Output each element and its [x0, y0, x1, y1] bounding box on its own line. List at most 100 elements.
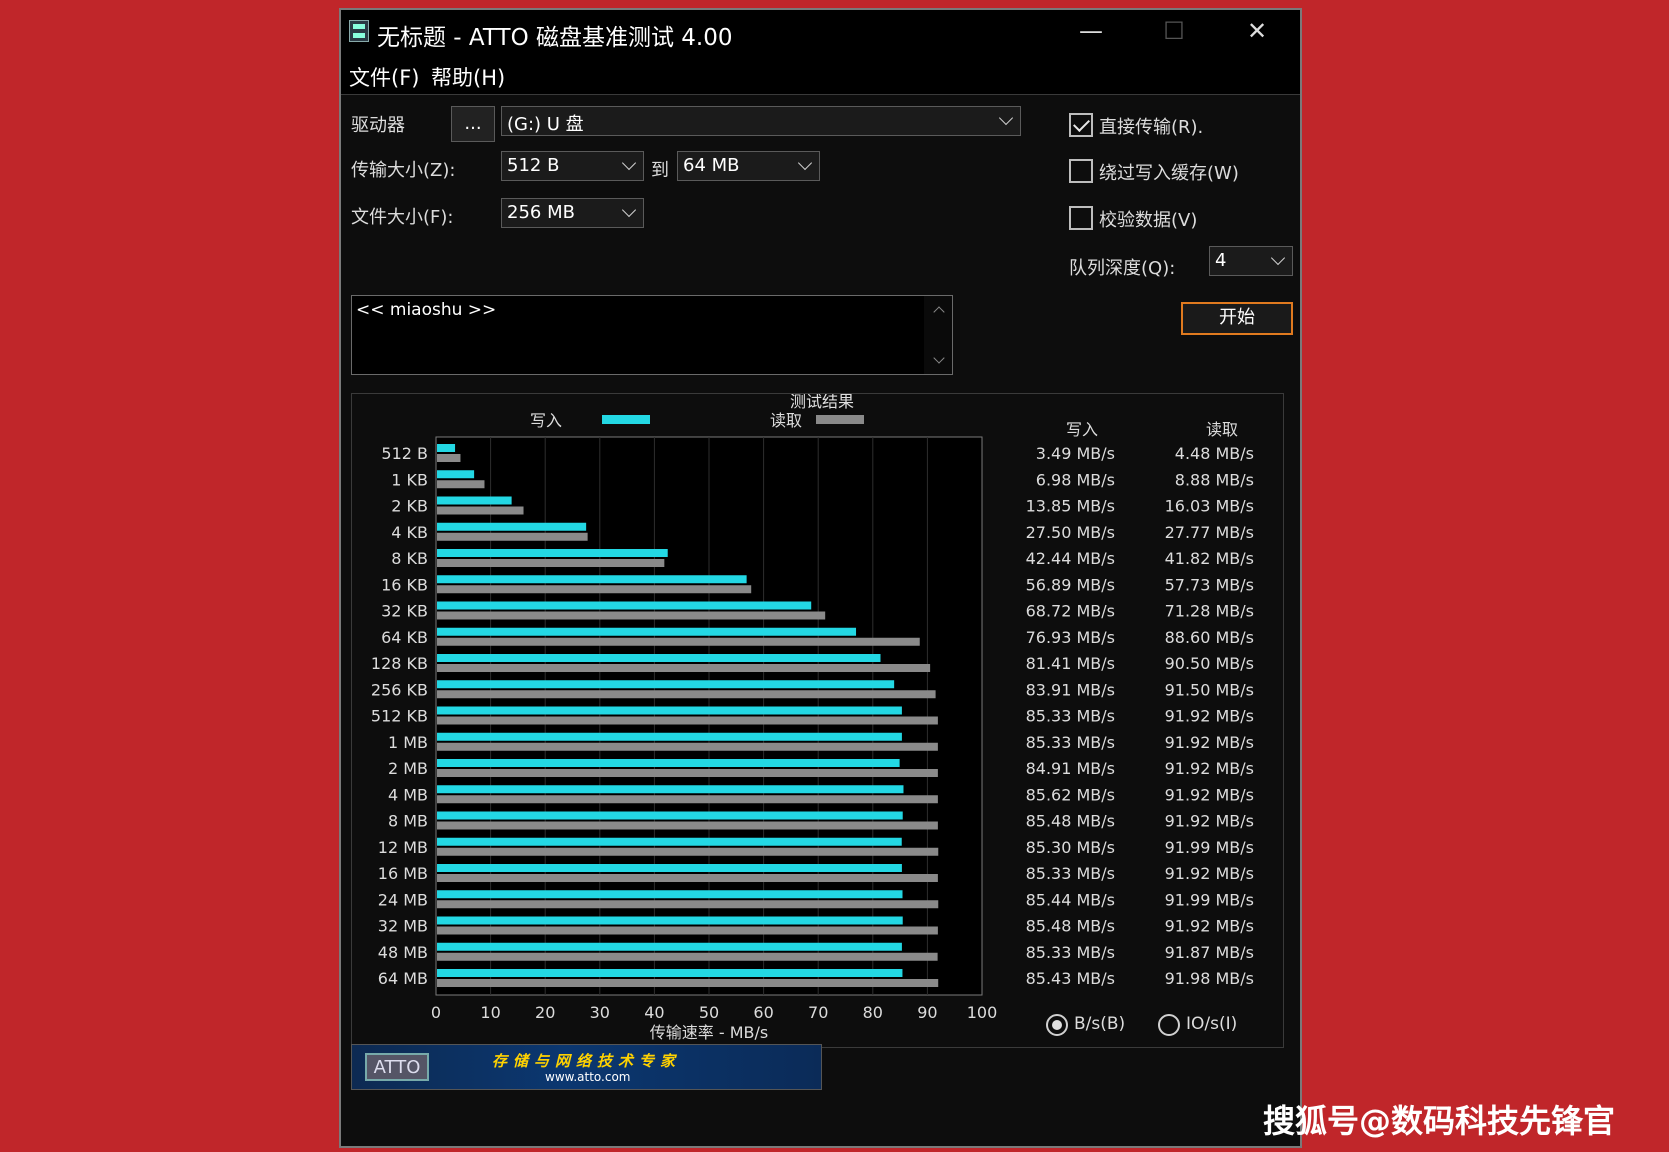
scroll-down-icon[interactable] — [933, 352, 945, 364]
watermark: 搜狐号@数码科技先锋官 — [1263, 1102, 1616, 1140]
start-button[interactable]: 开始 — [1181, 302, 1293, 335]
transfer-from-value: 512 B — [507, 155, 560, 176]
write-value-label: 85.62 MB/s — [1026, 785, 1115, 804]
read-values: 4.48 MB/s 8.88 MB/s 16.03 MB/s 27.77 MB/s 41… — [1165, 444, 1254, 988]
category-label: 32 KB — [381, 602, 428, 621]
category-label: 2 MB — [388, 759, 428, 778]
read-column-header: 读取 — [1206, 420, 1238, 439]
read-bar — [437, 611, 826, 620]
x-tick-label: 90 — [917, 1003, 937, 1022]
category-label: 2 KB — [391, 497, 428, 516]
chevron-down-icon — [621, 202, 637, 218]
write-bar — [437, 706, 902, 715]
legend-read-label: 读取 — [770, 411, 802, 430]
category-label: 1 MB — [388, 733, 428, 752]
x-tick-label: 100 — [967, 1003, 998, 1022]
results-title: 测试结果 — [790, 394, 854, 411]
read-value-label: 88.60 MB/s — [1165, 628, 1254, 647]
transfer-from-select[interactable]: 512 B — [501, 151, 644, 181]
read-bar — [437, 532, 588, 541]
transfer-size-label: 传输大小(Z): — [351, 160, 456, 181]
category-label: 64 MB — [378, 969, 428, 988]
close-button[interactable]: ✕ — [1237, 16, 1277, 46]
write-bar — [437, 654, 881, 662]
results-panel: 测试结果 写入 读取 512 B 1 KB 2 KB 4 KB 8 KB 16 KB 32 … — [351, 393, 1284, 1048]
read-bar — [437, 559, 665, 567]
write-bar — [437, 732, 902, 741]
bps-radio[interactable] — [1046, 1014, 1068, 1036]
category-label: 8 MB — [388, 812, 428, 831]
write-value-label: 3.49 MB/s — [1036, 444, 1115, 463]
x-tick-label: 50 — [699, 1003, 719, 1022]
read-value-label: 91.87 MB/s — [1165, 943, 1254, 962]
read-value-label: 91.92 MB/s — [1165, 812, 1254, 831]
write-value-label: 85.48 MB/s — [1026, 917, 1115, 936]
file-size-select[interactable]: 256 MB — [501, 198, 644, 228]
category-label: 512 B — [381, 444, 428, 463]
read-bar — [437, 480, 485, 489]
category-label: 64 KB — [381, 628, 428, 647]
chevron-down-icon — [1270, 250, 1286, 266]
write-value-label: 85.33 MB/s — [1026, 733, 1115, 752]
write-value-label: 6.98 MB/s — [1036, 470, 1115, 489]
write-bar — [437, 890, 903, 899]
category-label: 24 MB — [378, 890, 428, 909]
app-icon — [349, 20, 369, 42]
write-value-label: 85.43 MB/s — [1026, 969, 1115, 988]
category-label: 4 MB — [388, 785, 428, 804]
browse-button[interactable]: ... — [451, 106, 495, 142]
read-value-label: 4.48 MB/s — [1175, 444, 1254, 463]
write-value-label: 76.93 MB/s — [1026, 628, 1115, 647]
category-label: 512 KB — [371, 707, 428, 726]
window-title: 无标题 - ATTO 磁盘基准测试 4.00 — [377, 25, 733, 51]
scroll-up-icon[interactable] — [933, 306, 945, 318]
description-textarea[interactable]: << miaoshu >> — [351, 295, 953, 375]
transfer-to-select[interactable]: 64 MB — [677, 151, 820, 181]
write-bar — [437, 601, 812, 610]
atto-banner[interactable]: ATTO 存储与网络技术专家 www.atto.com — [351, 1044, 822, 1090]
category-labels: 512 B 1 KB 2 KB 4 KB 8 KB 16 KB 32 KB 64 KB 128 … — [371, 444, 428, 988]
read-value-label: 27.77 MB/s — [1165, 523, 1254, 542]
write-value-label: 83.91 MB/s — [1026, 680, 1115, 699]
category-label: 32 MB — [378, 917, 428, 936]
verify-checkbox[interactable] — [1069, 206, 1093, 230]
x-tick-label: 70 — [808, 1003, 828, 1022]
x-tick-labels: 0 10 20 30 40 50 60 70 80 90 100 — [431, 1003, 997, 1022]
minimize-button[interactable]: — — [1071, 16, 1111, 46]
read-bar — [437, 637, 920, 646]
to-label: 到 — [651, 160, 669, 181]
x-axis-label: 传输速率 - MB/s — [650, 1023, 768, 1042]
read-value-label: 91.92 MB/s — [1165, 733, 1254, 752]
read-value-label: 91.92 MB/s — [1165, 864, 1254, 883]
write-bar — [437, 496, 512, 505]
read-bar — [437, 821, 938, 830]
x-tick-label: 80 — [863, 1003, 883, 1022]
drive-label: 驱动器 — [351, 115, 405, 136]
write-value-label: 84.91 MB/s — [1026, 759, 1115, 778]
direct-io-checkbox[interactable] — [1069, 113, 1093, 137]
write-bar — [437, 575, 747, 584]
description-scrollbar[interactable] — [924, 296, 952, 374]
banner-slogan: 存储与网络技术专家 — [492, 1052, 682, 1070]
menu-file[interactable]: 文件(F) — [349, 62, 419, 92]
x-tick-label: 30 — [590, 1003, 610, 1022]
verify-label: 校验数据(V) — [1099, 210, 1198, 231]
bps-radio-label: B/s(B) — [1074, 1014, 1126, 1034]
write-bar — [437, 969, 903, 977]
menu-help[interactable]: 帮助(H) — [431, 62, 505, 92]
read-bar — [437, 769, 938, 777]
read-bar — [437, 979, 939, 987]
drive-select-value: (G:) U 盘 — [507, 114, 584, 135]
x-tick-label: 20 — [535, 1003, 555, 1022]
maximize-button[interactable]: ☐ — [1154, 16, 1194, 46]
read-bar — [437, 795, 938, 804]
title-bar[interactable]: 无标题 - ATTO 磁盘基准测试 4.00 — ☐ ✕ — [341, 10, 1300, 54]
bypass-cache-checkbox[interactable] — [1069, 159, 1093, 183]
iops-radio[interactable] — [1158, 1014, 1180, 1036]
queue-depth-select[interactable]: 4 — [1209, 246, 1293, 276]
read-bar — [437, 926, 938, 935]
category-label: 16 KB — [381, 575, 428, 594]
bypass-cache-label: 绕过写入缓存(W) — [1099, 163, 1239, 184]
drive-select[interactable]: (G:) U 盘 — [501, 106, 1021, 136]
category-label: 12 MB — [378, 838, 428, 857]
